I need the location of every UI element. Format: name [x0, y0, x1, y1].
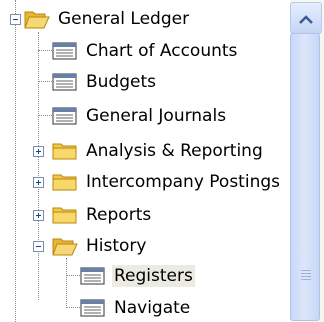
tree-node-general-journals[interactable]: General Journals	[52, 101, 228, 131]
form-icon	[52, 71, 78, 93]
tree-node-label: Reports	[86, 205, 152, 225]
tree-line	[66, 258, 67, 308]
open-folder-icon	[24, 8, 50, 30]
tree-node-label: Analysis & Reporting	[86, 141, 263, 161]
scroll-grip	[301, 279, 311, 280]
scroll-thumb[interactable]	[290, 33, 320, 321]
chevron-up-icon	[298, 11, 314, 31]
tree-line	[38, 32, 39, 300]
tree-node-label: General Ledger	[58, 9, 190, 29]
tree-node-navigate[interactable]: Navigate	[80, 293, 192, 322]
collapse-toggle[interactable]	[33, 241, 44, 252]
open-folder-icon	[52, 235, 78, 257]
scroll-grip	[301, 273, 311, 274]
tree-node-label: General Journals	[86, 106, 227, 126]
expand-toggle[interactable]	[33, 210, 44, 221]
tree-node-analysis-reporting[interactable]: Analysis & Reporting	[52, 136, 265, 166]
form-icon	[52, 105, 78, 127]
tree-line	[38, 81, 52, 82]
tree-line	[38, 115, 52, 116]
tree-node-chart-of-accounts[interactable]: Chart of Accounts	[52, 36, 239, 66]
tree-node-general-ledger[interactable]: General Ledger	[24, 4, 191, 34]
scroll-up-button[interactable]	[290, 2, 322, 34]
tree-node-label: Registers	[112, 265, 195, 287]
folder-icon	[52, 171, 78, 193]
navigation-tree: General Ledger Chart of Accounts Budgets…	[0, 0, 290, 322]
form-icon	[52, 40, 78, 62]
tree-line	[66, 307, 80, 308]
form-icon	[80, 265, 106, 287]
tree-node-label: Navigate	[114, 298, 191, 318]
scroll-grip	[301, 270, 311, 271]
form-icon	[80, 297, 106, 319]
tree-node-history[interactable]: History	[52, 231, 148, 261]
tree-node-label: History	[86, 236, 147, 256]
tree-node-label: Chart of Accounts	[86, 41, 238, 61]
tree-node-label: Intercompany Postings	[86, 172, 280, 192]
tree-node-registers[interactable]: Registers	[80, 261, 195, 291]
folder-icon	[52, 140, 78, 162]
expand-toggle[interactable]	[33, 177, 44, 188]
tree-line	[15, 0, 16, 322]
tree-line	[38, 50, 52, 51]
tree-node-label: Budgets	[86, 72, 157, 92]
scroll-grip	[301, 276, 311, 277]
expand-toggle[interactable]	[33, 146, 44, 157]
tree-node-intercompany-postings[interactable]: Intercompany Postings	[52, 167, 282, 197]
folder-icon	[52, 204, 78, 226]
tree-node-budgets[interactable]: Budgets	[52, 67, 158, 97]
tree-node-reports[interactable]: Reports	[52, 200, 153, 230]
vertical-scrollbar[interactable]	[290, 0, 324, 322]
collapse-toggle[interactable]	[10, 14, 21, 25]
tree-line	[66, 275, 80, 276]
